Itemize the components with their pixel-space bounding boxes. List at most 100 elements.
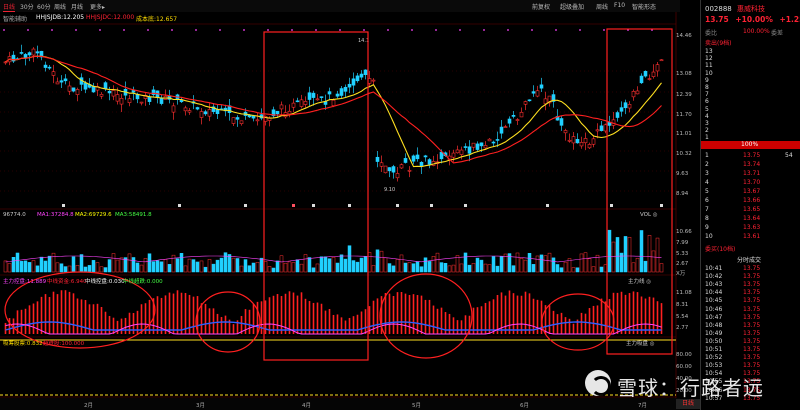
p4-tick: 80.00 — [676, 352, 692, 358]
candle-body — [491, 141, 496, 144]
candle-body — [503, 126, 508, 128]
candle-body — [383, 165, 388, 174]
candle-body — [195, 107, 200, 110]
candle-body — [559, 118, 564, 126]
buy-level: 5 — [705, 188, 709, 195]
candle-body — [147, 96, 152, 102]
tick-row: 10:44 13.75 — [705, 289, 797, 297]
time-axis: 2月 3月 4月 5月 6月 7月 — [0, 398, 680, 410]
low-annotation: 9.10 — [384, 187, 395, 193]
signal-dot — [267, 29, 269, 31]
month-label: 6月 — [520, 403, 529, 409]
volume-bar — [163, 259, 168, 273]
candle-body — [591, 138, 596, 145]
kline-chart[interactable]: 14.19.10 — [0, 0, 700, 410]
volume-bar — [299, 263, 304, 273]
candle-body — [575, 139, 580, 144]
sell-level: 3 — [705, 120, 709, 127]
signal-marker — [430, 204, 433, 207]
volume-bar — [247, 265, 252, 273]
candle-body — [631, 91, 636, 98]
tick-price: 13.75 — [743, 362, 761, 370]
tick-time: 10:46 — [705, 305, 723, 313]
p3-tick: 5.54 — [676, 314, 689, 320]
volume-bar — [259, 257, 264, 273]
buy-price: 13.61 — [743, 233, 761, 240]
candle-body — [471, 142, 476, 148]
candle-body — [567, 139, 572, 142]
p4-label: 主力吸盘 ◎ — [626, 341, 655, 347]
volume-bar — [275, 260, 280, 273]
volume-bar — [159, 261, 164, 273]
tick-row: 10:48 13.75 — [705, 322, 797, 330]
candle-body — [3, 61, 8, 64]
tick-price: 13.75 — [743, 289, 761, 297]
volume-bar — [599, 266, 604, 273]
sell-level: 8 — [705, 84, 709, 91]
tick-time: 10:53 — [705, 362, 723, 370]
volume-bar — [383, 257, 388, 273]
p3-item: 中线控盘:0.030 — [85, 279, 125, 285]
volume-bar — [319, 256, 324, 273]
candle-body — [519, 111, 524, 118]
candle-body — [23, 54, 28, 58]
candle-body — [131, 90, 136, 93]
stock-code: 002888 — [705, 5, 732, 13]
volume-bar — [351, 260, 356, 273]
p3-tick: 8.31 — [676, 302, 689, 308]
candle-body — [171, 105, 176, 113]
candle-body — [623, 102, 628, 109]
volume-bar — [39, 256, 44, 273]
volume-bar — [575, 267, 580, 273]
candle-body — [615, 112, 620, 118]
watermark: 雪球：行路者远 — [585, 370, 785, 400]
volume-bar — [215, 259, 220, 273]
volume-bar — [55, 262, 60, 273]
volume-bar — [127, 253, 132, 273]
volume-bar — [203, 266, 208, 273]
tick-row: 10:53 13.75 — [705, 362, 797, 370]
sell-level: 7 — [705, 91, 709, 99]
buy-row: 1 13.75 54 — [705, 152, 797, 160]
candle-body — [335, 93, 340, 97]
candle-body — [19, 52, 24, 54]
volume-bar — [411, 263, 416, 273]
p3-item: 中线超跌:0.000 — [123, 279, 163, 285]
volume-bar — [179, 253, 184, 273]
candle-body — [159, 97, 164, 104]
p3-item: 中线资金:6.940 — [47, 279, 87, 285]
volume-bar — [155, 260, 160, 273]
candle-body — [531, 91, 536, 94]
volume-bar — [583, 252, 588, 273]
signal-marker — [546, 204, 549, 207]
buy-row: 4 13.70 — [705, 179, 797, 187]
volume-bar — [623, 236, 628, 273]
volume-bar — [135, 262, 140, 273]
sell-level: 11 — [705, 62, 713, 70]
candle-body — [207, 109, 212, 117]
candle-body — [371, 79, 376, 82]
volume-bar — [111, 253, 116, 273]
price-tick: 11.01 — [676, 131, 692, 137]
tick-price: 13.75 — [743, 305, 761, 313]
candle-body — [27, 52, 32, 56]
price-tick: 9.63 — [676, 171, 689, 177]
volume-bar — [495, 265, 500, 273]
volume-bar — [151, 261, 156, 273]
volume-bar — [59, 263, 64, 273]
candle-body — [239, 120, 244, 125]
sell-level: 4 — [705, 112, 709, 120]
signal-dot — [459, 29, 461, 31]
volume-bar — [379, 250, 384, 273]
candle-body — [523, 101, 528, 105]
sell-level: 12 — [705, 55, 713, 63]
volume-bar — [459, 263, 464, 273]
volume-bar — [639, 230, 644, 273]
candle-body — [359, 73, 364, 78]
volume-legend: 96774.0 MA1:37284.8 MA2:69729.6 MA3:5849… — [3, 212, 303, 221]
sell-header: 卖出(9档) — [705, 40, 732, 47]
buy-level: 9 — [705, 224, 709, 231]
volume-bar — [371, 265, 376, 273]
candle-body — [527, 99, 532, 102]
volume-bar — [483, 263, 488, 273]
